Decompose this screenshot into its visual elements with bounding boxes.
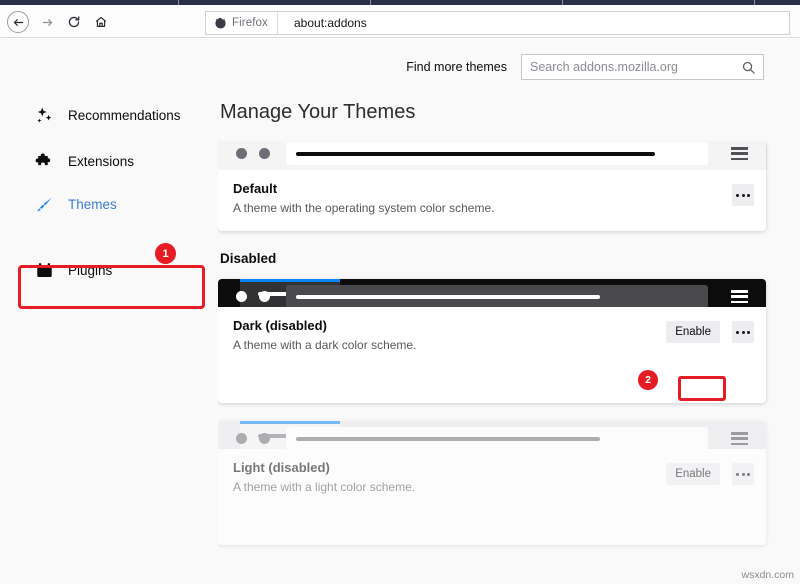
page-title: Manage Your Themes xyxy=(220,101,416,123)
find-more-themes-row: Find more themes xyxy=(406,54,764,80)
enable-button[interactable]: Enable xyxy=(666,321,720,343)
sidebar-item-extensions[interactable]: Extensions xyxy=(18,145,203,177)
annotation-badge-1: 1 xyxy=(155,243,176,264)
sidebar-item-themes[interactable]: Themes xyxy=(18,188,203,220)
sparkle-icon xyxy=(35,106,54,125)
back-icon[interactable] xyxy=(7,11,29,33)
url-bar[interactable]: Firefox about:addons xyxy=(205,11,790,35)
preview-dot xyxy=(259,291,270,302)
paintbrush-icon xyxy=(35,195,54,214)
urlbar-identity-block: Firefox xyxy=(206,12,278,34)
preview-urlbar xyxy=(286,142,708,165)
annotation-highlight-enable xyxy=(678,376,726,401)
home-icon[interactable] xyxy=(90,11,112,33)
theme-preview xyxy=(218,141,766,170)
preview-urlbar xyxy=(286,285,708,307)
forward-icon[interactable] xyxy=(36,11,58,33)
theme-card-body: Light (disabled) A theme with a light co… xyxy=(218,449,766,510)
puzzle-icon xyxy=(35,152,54,171)
themes-main-panel: Manage Your Themes Default A theme with … xyxy=(218,95,800,584)
preview-dot xyxy=(236,291,247,302)
themes-list[interactable]: Default A theme with the operating syste… xyxy=(218,141,800,584)
search-input[interactable] xyxy=(522,55,763,79)
reload-icon[interactable] xyxy=(63,11,85,33)
more-options-icon[interactable] xyxy=(732,321,754,343)
theme-card-body: Dark (disabled) A theme with a dark colo… xyxy=(218,307,766,368)
preview-hamburger-icon xyxy=(731,147,748,160)
preview-dot xyxy=(236,148,247,159)
find-more-themes-label: Find more themes xyxy=(406,60,507,74)
theme-card-body: Default A theme with the operating syste… xyxy=(218,170,766,231)
addons-sidebar: Recommendations Extensions Themes Plugin… xyxy=(0,95,218,584)
watermark: wsxdn.com xyxy=(741,569,794,581)
search-icon[interactable] xyxy=(741,60,756,75)
preview-hamburger-icon xyxy=(731,290,748,303)
annotation-highlight-themes xyxy=(18,265,205,309)
more-options-icon[interactable] xyxy=(732,184,754,206)
preview-hamburger-icon xyxy=(731,432,748,445)
section-heading-disabled: Disabled xyxy=(220,251,277,266)
firefox-icon xyxy=(215,17,226,29)
theme-card-light[interactable]: Light (disabled) A theme with a light co… xyxy=(218,421,766,545)
theme-description: A theme with the operating system color … xyxy=(233,201,495,215)
addons-page: Find more themes Recommendations xyxy=(0,39,800,584)
theme-name: Default xyxy=(233,181,278,196)
annotation-badge-2: 2 xyxy=(638,370,658,390)
theme-preview xyxy=(218,279,766,307)
enable-button[interactable]: Enable xyxy=(666,463,720,485)
preview-urlbar xyxy=(286,427,708,449)
preview-dot xyxy=(259,433,270,444)
preview-dot xyxy=(259,148,270,159)
url-text[interactable]: about:addons xyxy=(294,12,367,34)
browser-toolbar: Firefox about:addons xyxy=(0,5,800,38)
urlbar-brand-label: Firefox xyxy=(232,17,268,29)
more-options-icon[interactable] xyxy=(732,463,754,485)
theme-preview xyxy=(218,421,766,449)
theme-card-default[interactable]: Default A theme with the operating syste… xyxy=(218,141,766,231)
sidebar-item-recommendations[interactable]: Recommendations xyxy=(18,99,203,131)
sidebar-item-label: Recommendations xyxy=(68,107,181,123)
sidebar-item-label: Themes xyxy=(68,196,117,212)
search-box[interactable] xyxy=(521,54,764,80)
sidebar-item-label: Extensions xyxy=(68,153,135,169)
preview-dot xyxy=(236,433,247,444)
